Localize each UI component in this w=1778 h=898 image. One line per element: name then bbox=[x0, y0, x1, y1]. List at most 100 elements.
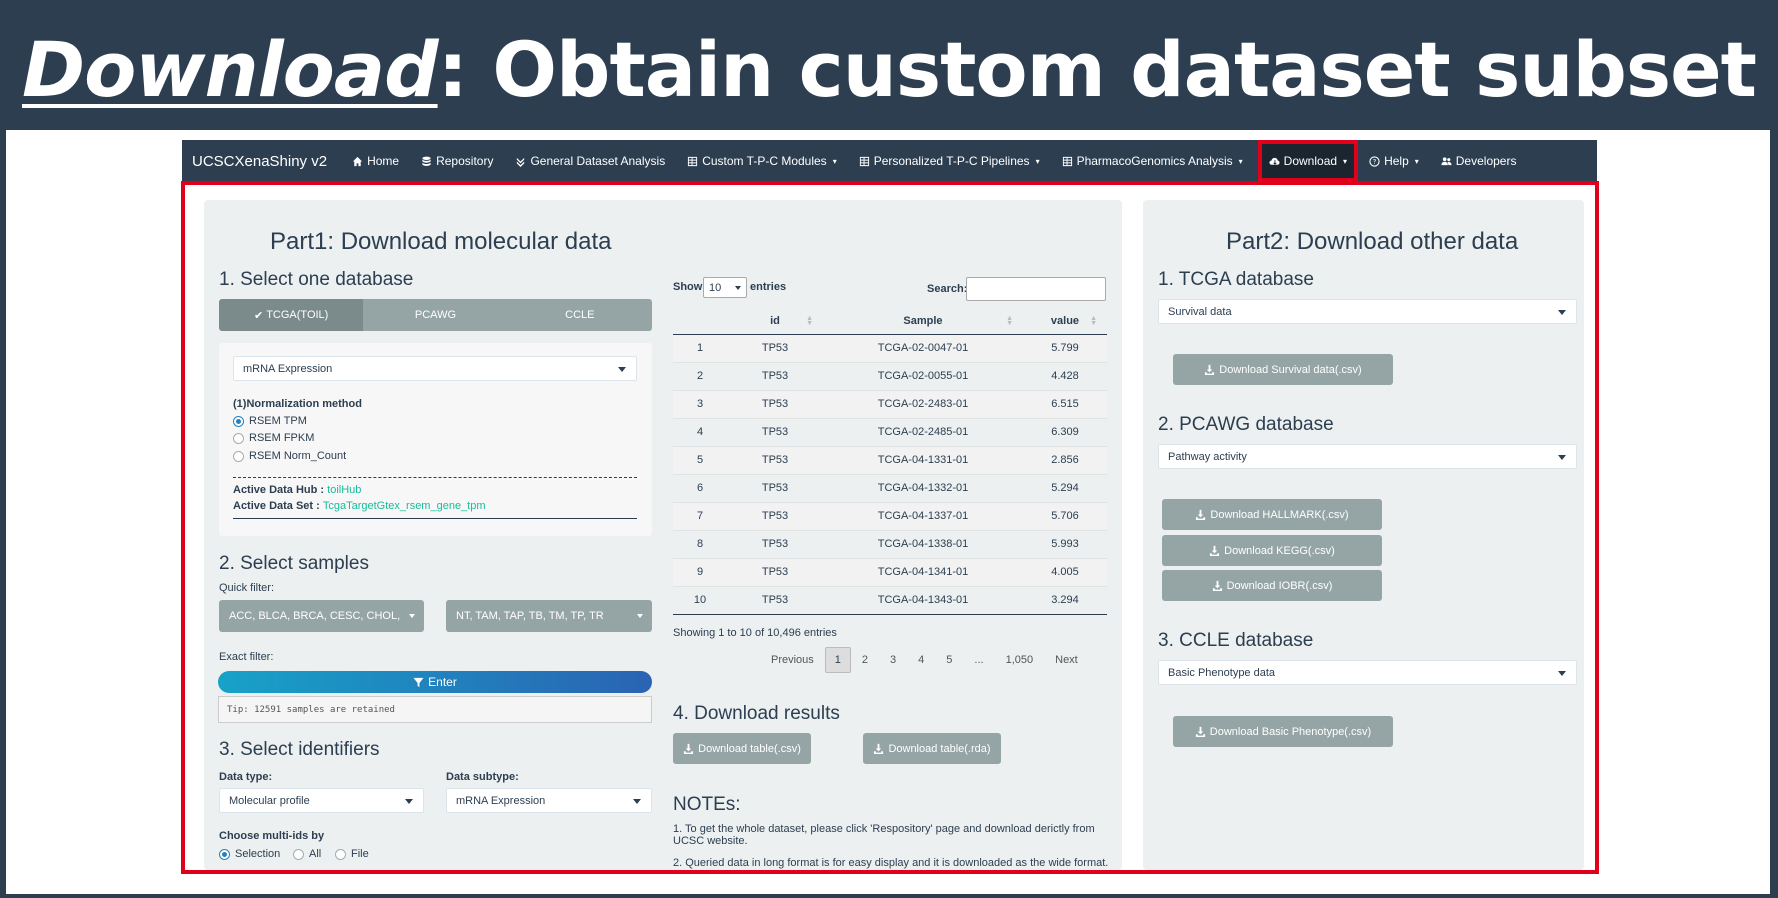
pager-next[interactable]: Next bbox=[1044, 654, 1089, 666]
table-search-input[interactable] bbox=[966, 277, 1106, 301]
radio-label: Selection bbox=[235, 848, 281, 860]
cloud-download-icon bbox=[1269, 157, 1280, 165]
pager-page-last[interactable]: 1,050 bbox=[995, 654, 1045, 666]
hub-link[interactable]: toilHub bbox=[327, 484, 361, 496]
radio-icon bbox=[233, 450, 244, 462]
cell-sample: TCGA-02-0055-01 bbox=[823, 361, 1023, 390]
nav-custom-modules-label: Custom T-P-C Modules bbox=[702, 154, 827, 168]
tcga-data-select[interactable]: Survival data bbox=[1158, 299, 1577, 324]
nav-custom-modules[interactable]: Custom T-P-C Modules ▾ bbox=[676, 140, 848, 182]
nav-pharmacogenomics[interactable]: PharmacoGenomics Analysis ▾ bbox=[1051, 140, 1254, 182]
caret-down-icon bbox=[637, 614, 643, 618]
cell-value: 6.309 bbox=[1023, 417, 1107, 446]
cell-index: 8 bbox=[673, 529, 727, 558]
tab-ccle[interactable]: CCLE bbox=[507, 299, 652, 331]
col-sample-header[interactable]: Sample ▲ ▼ bbox=[823, 308, 1023, 335]
table-row[interactable]: 8 TP53 TCGA-04-1338-01 5.993 bbox=[673, 529, 1107, 558]
table-icon bbox=[859, 156, 869, 166]
download-hallmark-button[interactable]: Download HALLMARK(.csv) bbox=[1162, 499, 1382, 530]
nav-developers[interactable]: Developers bbox=[1430, 140, 1528, 182]
pager-page-5[interactable]: 5 bbox=[935, 654, 963, 666]
home-icon bbox=[352, 156, 363, 166]
set-link[interactable]: TcgaTargetGtex_rsem_gene_tpm bbox=[323, 500, 486, 512]
download-iobr-label: Download IOBR(.csv) bbox=[1226, 579, 1333, 592]
table-row[interactable]: 5 TP53 TCGA-04-1331-01 2.856 bbox=[673, 445, 1107, 474]
cell-value: 5.799 bbox=[1023, 333, 1107, 362]
table-row[interactable]: 2 TP53 TCGA-02-0055-01 4.428 bbox=[673, 361, 1107, 390]
multi-ids-all[interactable]: All bbox=[293, 848, 321, 860]
ccle-data-select[interactable]: Basic Phenotype data bbox=[1158, 660, 1577, 685]
radio-label: RSEM TPM bbox=[249, 415, 307, 427]
page-length-select[interactable]: 10 bbox=[703, 277, 747, 298]
table-icon bbox=[1062, 156, 1072, 166]
table-row[interactable]: 4 TP53 TCGA-02-2485-01 6.309 bbox=[673, 417, 1107, 446]
radio-label: RSEM FPKM bbox=[249, 432, 315, 444]
caret-down-icon: ▾ bbox=[1035, 156, 1040, 166]
table-row[interactable]: 3 TP53 TCGA-02-2483-01 6.515 bbox=[673, 389, 1107, 418]
nav-help[interactable]: Help ▾ bbox=[1358, 140, 1430, 182]
pcawg-data-select[interactable]: Pathway activity bbox=[1158, 444, 1577, 469]
nav-download[interactable]: Download ▾ bbox=[1257, 140, 1359, 182]
data-subtype-select[interactable]: mRNA Expression bbox=[446, 788, 652, 813]
col-value-header[interactable]: value ▲ ▼ bbox=[1023, 308, 1107, 335]
sort-icon: ▲ ▼ bbox=[806, 315, 813, 327]
download-survival-button[interactable]: Download Survival data(.csv) bbox=[1173, 354, 1393, 385]
active-data-set: Active Data Set : TcgaTargetGtex_rsem_ge… bbox=[233, 500, 486, 512]
sort-icon: ▲ ▼ bbox=[1006, 315, 1013, 327]
download-basic-phenotype-label: Download Basic Phenotype(.csv) bbox=[1209, 725, 1372, 738]
pager-ellipsis: ... bbox=[974, 654, 984, 666]
pager-previous[interactable]: Previous bbox=[760, 654, 825, 666]
table-row[interactable]: 9 TP53 TCGA-04-1341-01 4.005 bbox=[673, 557, 1107, 586]
slide-title-keyword: Download bbox=[22, 25, 439, 114]
norm-option-rsem-norm-count[interactable]: RSEM Norm_Count bbox=[233, 450, 346, 462]
nav-general-analysis[interactable]: General Dataset Analysis bbox=[504, 140, 676, 182]
sample-type-filter-dropdown[interactable]: NT, TAM, TAP, TB, TM, TP, TR bbox=[446, 600, 652, 632]
tab-tcga-toil[interactable]: ✔ TCGA(TOIL) bbox=[219, 299, 364, 331]
nav-home[interactable]: Home bbox=[341, 140, 410, 182]
nav-repository[interactable]: Repository bbox=[410, 140, 504, 182]
cancer-filter-dropdown[interactable]: ACC, BLCA, BRCA, CESC, CHOL, COAD bbox=[219, 600, 424, 632]
profile-select[interactable]: mRNA Expression bbox=[233, 356, 637, 381]
cell-index: 3 bbox=[673, 389, 727, 418]
tab-pcawg[interactable]: PCAWG bbox=[363, 299, 508, 331]
cell-id: TP53 bbox=[727, 557, 823, 586]
norm-option-rsem-fpkm[interactable]: RSEM FPKM bbox=[233, 432, 314, 444]
data-subtype-label: Data subtype: bbox=[446, 771, 519, 783]
table-row[interactable]: 6 TP53 TCGA-04-1332-01 5.294 bbox=[673, 473, 1107, 502]
active-data-hub: Active Data Hub : toilHub bbox=[233, 484, 361, 496]
cell-id: TP53 bbox=[727, 585, 823, 615]
step2-title: 2. Select samples bbox=[219, 553, 369, 574]
download-iobr-button[interactable]: Download IOBR(.csv) bbox=[1162, 570, 1382, 601]
pager-page-4[interactable]: 4 bbox=[907, 654, 935, 666]
cell-sample: TCGA-04-1341-01 bbox=[823, 557, 1023, 586]
nav-personalized-pipelines[interactable]: Personalized T-P-C Pipelines ▾ bbox=[848, 140, 1051, 182]
profile-select-value: mRNA Expression bbox=[243, 362, 333, 375]
pager-page-3[interactable]: 3 bbox=[879, 654, 907, 666]
table-row[interactable]: 1 TP53 TCGA-02-0047-01 5.799 bbox=[673, 333, 1107, 362]
cell-value: 5.993 bbox=[1023, 529, 1107, 558]
table-row[interactable]: 10 TP53 TCGA-04-1343-01 3.294 bbox=[673, 585, 1107, 615]
enter-button[interactable]: Enter bbox=[218, 671, 652, 693]
download-hallmark-label: Download HALLMARK(.csv) bbox=[1210, 508, 1349, 521]
app-brand[interactable]: UCSCXenaShiny v2 bbox=[182, 153, 341, 170]
data-type-select[interactable]: Molecular profile bbox=[219, 788, 424, 813]
col-id-header[interactable]: id ▲ ▼ bbox=[727, 308, 823, 335]
download-basic-phenotype-button[interactable]: Download Basic Phenotype(.csv) bbox=[1173, 716, 1393, 747]
cell-index: 5 bbox=[673, 445, 727, 474]
pager-page-1[interactable]: 1 bbox=[824, 647, 851, 673]
download-table-rda-button[interactable]: Download table(.rda) bbox=[863, 733, 1001, 764]
pager-page-2[interactable]: 2 bbox=[851, 654, 879, 666]
norm-option-rsem-tpm[interactable]: RSEM TPM bbox=[233, 415, 307, 427]
multi-ids-selection[interactable]: Selection bbox=[219, 848, 280, 860]
dropdown-arrow-icon bbox=[1558, 671, 1566, 676]
download-table-csv-button[interactable]: Download table(.csv) bbox=[673, 733, 811, 764]
table-row[interactable]: 7 TP53 TCGA-04-1337-01 5.706 bbox=[673, 501, 1107, 530]
multi-ids-file[interactable]: File bbox=[335, 848, 369, 860]
col-index-header[interactable] bbox=[673, 308, 727, 335]
download-kegg-button[interactable]: Download KEGG(.csv) bbox=[1162, 535, 1382, 566]
database-icon bbox=[422, 156, 431, 166]
note-2: 2. Queried data in long format is for ea… bbox=[673, 857, 1109, 869]
data-table: id ▲ ▼ Sample ▲ ▼ value ▲ ▼ 1 TP53 TCGA-02-0047-… bbox=[673, 308, 1107, 615]
nav-help-label: Help bbox=[1384, 154, 1409, 168]
pcawg-data-select-value: Pathway activity bbox=[1168, 450, 1247, 463]
